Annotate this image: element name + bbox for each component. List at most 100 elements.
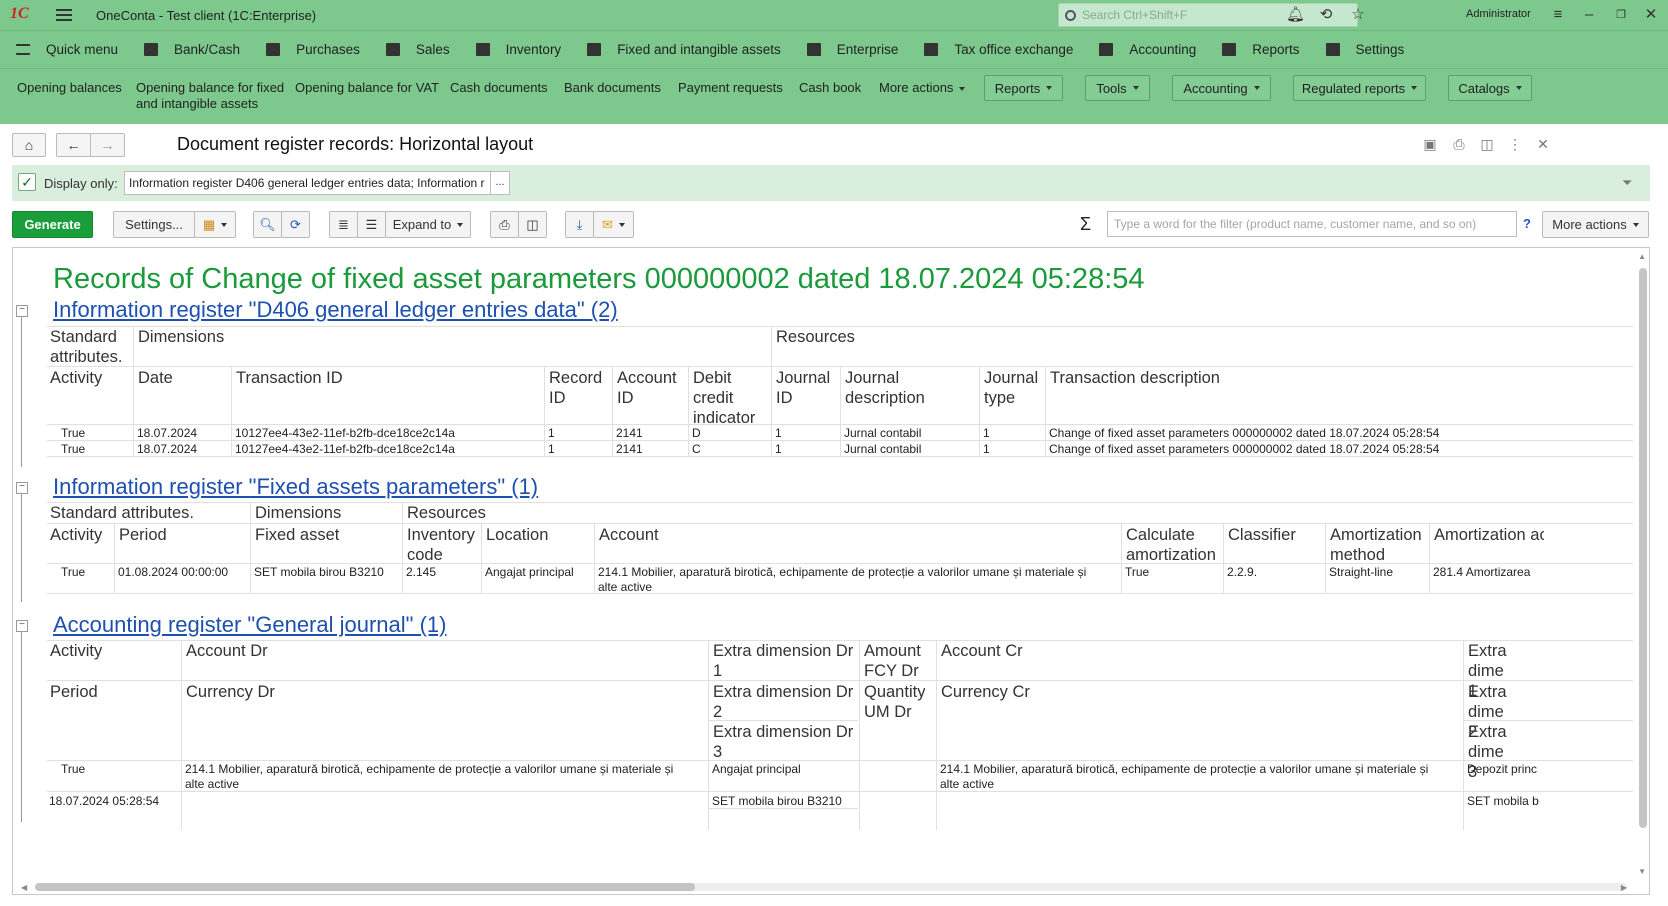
column-header: Transaction ID [236, 369, 343, 387]
group-title-d406[interactable]: Information register "D406 general ledge… [53, 297, 618, 323]
filter-input[interactable]: Type a word for the filter (product name… [1107, 211, 1517, 237]
column-header: Fixed asset [255, 526, 340, 544]
bell-icon[interactable]: 🔔︎ [1286, 6, 1305, 24]
column-header: Journal type [984, 369, 1039, 407]
accounting-button[interactable]: Accounting [1172, 75, 1271, 101]
send-email-button[interactable]: ✉ [593, 211, 634, 238]
scroll-right-icon[interactable]: ▶ [1621, 883, 1627, 892]
generate-button[interactable]: Generate [12, 211, 93, 238]
scroll-left-icon[interactable]: ◀ [21, 883, 27, 892]
preview-icon[interactable]: ◫ [1477, 134, 1497, 154]
link-opening-balance-vat[interactable]: Opening balance for VAT [295, 80, 439, 96]
home-button[interactable]: ⌂ [12, 133, 46, 157]
user-name[interactable]: Administrator [1466, 8, 1531, 20]
divider [47, 593, 1633, 594]
vertical-scrollbar[interactable] [1639, 268, 1647, 828]
link-bank-documents[interactable]: Bank documents [564, 80, 661, 96]
link-cash-documents[interactable]: Cash documents [450, 80, 548, 96]
settings-button[interactable]: Settings... [113, 211, 195, 238]
toolbar: Generate Settings... ▦ 🔍︎ ⟳ ≣ ☰ Expand t… [0, 208, 1668, 240]
help-icon[interactable]: ? [1523, 216, 1531, 231]
download-icon: ⤓ [576, 216, 583, 232]
collapse-all-button[interactable]: ≣ [329, 211, 358, 238]
find-next-button[interactable]: ⟳ [281, 211, 310, 238]
minimize-icon[interactable]: – [1580, 6, 1598, 24]
menu-bank-cash[interactable]: Bank/Cash [144, 42, 240, 57]
close-window-icon[interactable]: ✕ [1642, 6, 1660, 24]
group-title-fixed-assets[interactable]: Information register "Fixed assets param… [53, 474, 538, 500]
divider [231, 366, 232, 456]
arrow-left-icon: ← [66, 137, 81, 153]
column-header: Extra dimension Dr 1 [713, 642, 854, 680]
column-header: Account ID [617, 369, 677, 407]
more-vertical-icon[interactable]: ⋮ [1505, 134, 1525, 154]
filter-icon[interactable]: ⏷ [1622, 175, 1638, 190]
forward-button[interactable]: → [90, 133, 125, 157]
link-payment-requests[interactable]: Payment requests [678, 80, 783, 96]
star-icon[interactable]: ☆ [1349, 6, 1367, 24]
divider [181, 640, 182, 830]
back-button[interactable]: ← [56, 133, 91, 157]
print-button[interactable]: ⎙ [490, 211, 519, 238]
menu-fixed-assets[interactable]: Fixed and intangible assets [587, 42, 781, 57]
link-cash-book[interactable]: Cash book [799, 80, 861, 96]
collapse-group-icon[interactable]: − [16, 305, 28, 317]
divider [1045, 366, 1046, 456]
catalogs-button[interactable]: Catalogs [1448, 75, 1532, 101]
report-area[interactable]: Records of Change of fixed asset paramet… [12, 247, 1650, 895]
link-more-actions[interactable]: More actions [879, 80, 966, 96]
expand-to-button[interactable]: Expand to [385, 211, 471, 238]
chevron-down-icon [1632, 222, 1639, 227]
column-header: Transaction description [1050, 369, 1220, 387]
divider [250, 502, 251, 593]
expand-all-button[interactable]: ☰ [357, 211, 386, 238]
menu-sales[interactable]: Sales [385, 42, 450, 57]
print-icon: ⎙ [499, 216, 510, 232]
tools-button[interactable]: Tools [1085, 75, 1150, 101]
link-opening-balances[interactable]: Opening balances [17, 80, 122, 96]
print-preview-button[interactable]: ◫ [518, 211, 547, 238]
horizontal-scrollbar[interactable] [35, 883, 695, 891]
display-only-select-button[interactable]: ... [490, 171, 510, 195]
reports-button[interactable]: Reports [984, 75, 1063, 101]
menu-settings[interactable]: Settings [1325, 42, 1404, 57]
history-icon[interactable]: ⟲ [1317, 6, 1335, 24]
variants-button[interactable]: ▦ [194, 211, 236, 238]
warehouse-icon [475, 43, 490, 56]
column-header: Period [50, 683, 98, 701]
regulated-reports-button[interactable]: Regulated reports [1293, 75, 1426, 101]
main-menu-icon[interactable] [56, 9, 72, 21]
menu-reports[interactable]: Reports [1222, 42, 1300, 57]
restore-icon[interactable]: ❐ [1612, 6, 1630, 24]
column-header: Period [119, 526, 167, 544]
scroll-up-icon[interactable]: ▲ [1638, 252, 1646, 261]
menu-accounting[interactable]: Accounting [1099, 42, 1196, 57]
display-only-checkbox[interactable]: ✓ [18, 173, 36, 191]
save-icon[interactable]: ▣ [1420, 134, 1440, 154]
group-title-general-journal[interactable]: Accounting register "General journal" (1… [53, 612, 446, 638]
collapse-group-icon[interactable]: − [16, 620, 28, 632]
divider [114, 523, 115, 593]
menu-purchases[interactable]: Purchases [266, 42, 360, 57]
form-header: ⌂ ← → Document register records: Horizon… [0, 124, 1668, 164]
link-opening-balance-fixed[interactable]: Opening balance for fixed and intangible… [136, 80, 284, 112]
divider [936, 640, 937, 830]
grid-icon [587, 43, 602, 56]
more-actions-button[interactable]: More actions [1542, 211, 1649, 238]
scroll-down-icon[interactable]: ▼ [1638, 867, 1646, 876]
divider [1463, 720, 1633, 721]
close-form-icon[interactable]: ✕ [1533, 134, 1553, 154]
menu-enterprise[interactable]: Enterprise [806, 42, 898, 57]
menu-tax-office[interactable]: Tax office exchange [924, 42, 1073, 57]
menu-quick-menu[interactable]: Quick menu [16, 42, 118, 57]
menu-inventory[interactable]: Inventory [475, 42, 561, 57]
settings-list-icon[interactable]: ≡ [1549, 6, 1567, 24]
find-button[interactable]: 🔍︎ [253, 211, 282, 238]
sum-icon[interactable]: Σ [1080, 214, 1091, 235]
save-file-button[interactable]: ⤓ [565, 211, 594, 238]
column-header: Currency Cr [941, 683, 1030, 701]
display-only-field[interactable]: Information register D406 general ledger… [124, 171, 491, 195]
global-search-input[interactable]: Search Ctrl+Shift+F [1058, 3, 1358, 27]
collapse-group-icon[interactable]: − [16, 482, 28, 494]
print-icon[interactable]: ⎙ [1449, 134, 1469, 154]
